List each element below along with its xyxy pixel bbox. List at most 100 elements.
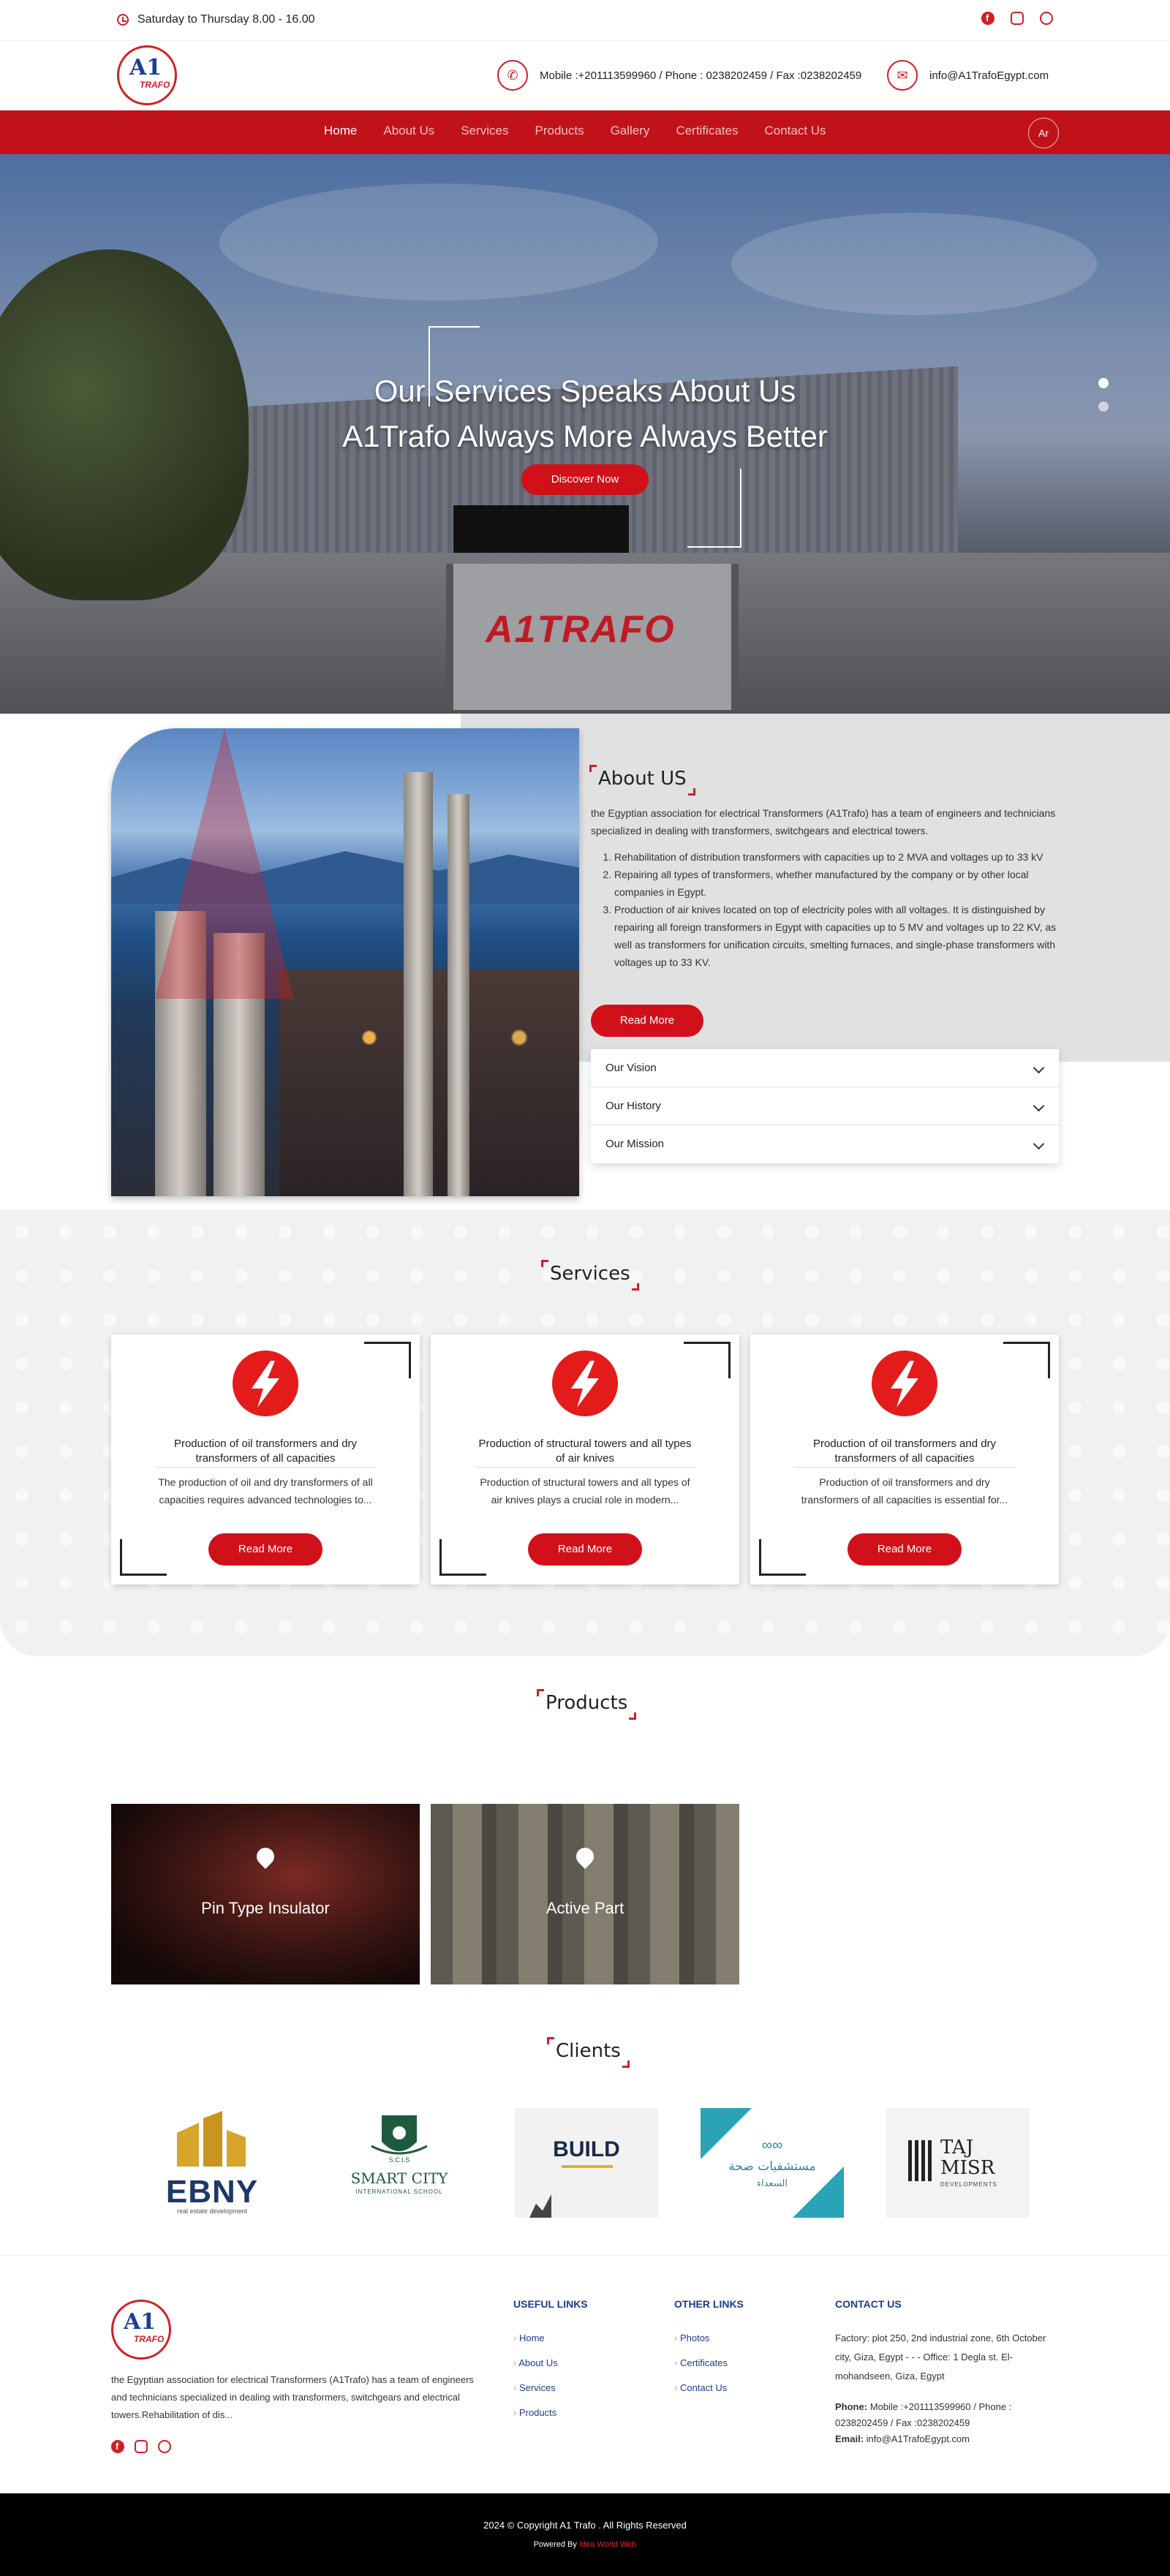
footer-link-contact-us[interactable]: Contact Us xyxy=(674,2376,728,2401)
service-read-more-button[interactable]: Read More xyxy=(528,1533,642,1565)
accordion-vision[interactable]: Our Vision xyxy=(591,1049,1059,1087)
header-email: ✉ info@A1TrafoEgypt.com xyxy=(887,60,1049,91)
card-corner xyxy=(364,1342,411,1378)
lightning-bolt-icon xyxy=(872,1351,937,1416)
build-graphic xyxy=(529,2194,551,2218)
title-corner-left xyxy=(537,1689,544,1696)
facebook-icon[interactable] xyxy=(111,2440,124,2453)
instagram-icon[interactable] xyxy=(1011,12,1024,25)
product-card[interactable]: Pin Type Insulator xyxy=(111,1804,420,1984)
client-logo-subtext: السعداء xyxy=(757,2178,788,2189)
site-logo[interactable]: A1 TRAFO xyxy=(117,45,177,105)
accordion-label: Our Mission xyxy=(605,1138,665,1150)
logo-text: A1 xyxy=(124,2309,156,2335)
product-card-title: Pin Type Insulator xyxy=(201,1899,330,1917)
header-email-link[interactable]: info@A1TrafoEgypt.com xyxy=(929,69,1049,82)
hero-cloud xyxy=(731,213,1097,315)
footer-phone-label: Phone: xyxy=(835,2401,868,2412)
card-corner xyxy=(759,1539,806,1576)
client-logo-ebny: EBNY real estate development xyxy=(140,2108,284,2218)
copyright-text: 2024 © Copyright A1 Trafo . All Rights R… xyxy=(483,2520,687,2531)
whatsapp-icon[interactable] xyxy=(1040,12,1053,25)
build-underline xyxy=(562,2165,613,2168)
product-card[interactable]: Active Part xyxy=(431,1804,739,1984)
footer-link-products[interactable]: Products xyxy=(513,2401,558,2425)
about-read-more-button[interactable]: Read More xyxy=(591,1005,703,1037)
card-corner xyxy=(1003,1342,1050,1378)
logo-triangle xyxy=(793,2167,844,2218)
useful-links-list: Home About Us Services Products xyxy=(513,2326,558,2425)
service-card-description: Production of oil transformers and dry t… xyxy=(801,1476,1008,1506)
client-logo-text: EBNY xyxy=(165,2174,259,2210)
working-hours: Saturday to Thursday 8.00 - 16.00 xyxy=(117,13,315,26)
nav-item-certificates[interactable]: Certificates xyxy=(676,124,738,138)
footer-link-about-us[interactable]: About Us xyxy=(513,2351,557,2376)
footer-phone: Phone: Mobile :+201113599960 / Phone : 0… xyxy=(835,2399,1060,2431)
lightning-bolt-icon xyxy=(552,1351,618,1416)
about-point: Rehabilitation of distribution transform… xyxy=(614,848,1059,866)
service-read-more-button[interactable]: Read More xyxy=(848,1533,962,1565)
products-title-text: Products xyxy=(546,1692,628,1714)
other-links-heading: OTHER LINKS xyxy=(674,2298,744,2310)
logo-subtext: TRAFO xyxy=(134,2334,165,2344)
footer-link-photos[interactable]: Photos xyxy=(674,2326,728,2351)
footer-link-certificates[interactable]: Certificates xyxy=(674,2351,728,2376)
client-logo-top: S.C.I.S xyxy=(388,2156,410,2164)
service-card: Production of oil transformers and dry t… xyxy=(111,1334,420,1584)
other-links-list: Photos Certificates Contact Us xyxy=(674,2326,728,2401)
powered-by-link[interactable]: Idea World Web xyxy=(579,2540,636,2549)
client-logo-hospital: ∞∞ مستشفيات صحة السعداء xyxy=(701,2108,844,2218)
nav-item-gallery[interactable]: Gallery xyxy=(611,124,650,138)
about-image xyxy=(111,728,579,1196)
about-point: Production of air knives located on top … xyxy=(614,901,1059,971)
facebook-icon[interactable] xyxy=(981,12,994,25)
footer-logo[interactable]: A1 TRAFO xyxy=(111,2300,171,2360)
footer-link-home[interactable]: Home xyxy=(513,2326,558,2351)
client-logo-text: BUILD xyxy=(553,2137,620,2161)
about-image-mountains xyxy=(111,851,579,904)
title-corner-right xyxy=(631,1283,639,1291)
title-corner-right xyxy=(687,788,695,796)
instagram-icon[interactable] xyxy=(135,2440,148,2453)
nav-item-products[interactable]: Products xyxy=(535,124,584,138)
discover-now-button[interactable]: Discover Now xyxy=(521,464,649,495)
nav-item-services[interactable]: Services xyxy=(461,124,508,138)
chevron-down-icon xyxy=(1033,1062,1045,1074)
language-switch-button[interactable]: Ar xyxy=(1028,118,1059,148)
title-corner-left xyxy=(541,1260,548,1267)
slider-dot-1[interactable] xyxy=(1098,378,1109,388)
about-content: the Egyptian association for electrical … xyxy=(591,804,1059,971)
main-nav: Home About Us Services Products Gallery … xyxy=(0,110,1170,154)
service-card: Production of oil transformers and dry t… xyxy=(750,1334,1059,1584)
site-header: A1 TRAFO ✆ Mobile :+201113599960 / Phone… xyxy=(0,41,1170,110)
about-point: Repairing all types of transformers, whe… xyxy=(614,866,1059,901)
nav-item-contact-us[interactable]: Contact Us xyxy=(764,124,826,138)
social-links xyxy=(981,12,1053,25)
footer-link-services[interactable]: Services xyxy=(513,2376,558,2401)
copyright-bar: 2024 © Copyright A1 Trafo . All Rights R… xyxy=(0,2493,1170,2576)
accordion-history[interactable]: Our History xyxy=(591,1087,1059,1125)
client-logo-subtext: real estate development xyxy=(176,2207,248,2215)
client-logo-subtext: INTERNATIONAL SCHOOL xyxy=(355,2188,443,2195)
about-image-tower xyxy=(448,794,469,1196)
map-pin-icon xyxy=(573,1844,597,1869)
client-logo-text: TAJ MISR xyxy=(940,2137,995,2179)
slider-dot-2[interactable] xyxy=(1098,401,1109,412)
phone-icon: ✆ xyxy=(497,60,528,91)
about-title: About US xyxy=(589,765,695,796)
taj-column-icon xyxy=(908,2140,933,2181)
title-corner-right xyxy=(629,1712,637,1720)
nav-item-home[interactable]: Home xyxy=(324,124,357,138)
hero-gate-sign: A1TRAFO xyxy=(486,608,676,651)
nav-item-about-us[interactable]: About Us xyxy=(383,124,434,138)
accordion-mission[interactable]: Our Mission xyxy=(591,1125,1059,1163)
footer-email-link[interactable]: info@A1TrafoEgypt.com xyxy=(867,2433,970,2444)
clients-title-text: Clients xyxy=(556,2040,621,2062)
hero-heading-line2: A1Trafo Always More Always Better xyxy=(342,419,828,453)
whatsapp-icon[interactable] xyxy=(158,2440,171,2453)
service-card-title: Production of structural towers and all … xyxy=(478,1438,692,1465)
service-card-description: Production of structural towers and all … xyxy=(480,1476,690,1506)
products-title: Products xyxy=(537,1689,637,1720)
service-card-divider xyxy=(475,1467,695,1468)
service-read-more-button[interactable]: Read More xyxy=(208,1533,322,1565)
